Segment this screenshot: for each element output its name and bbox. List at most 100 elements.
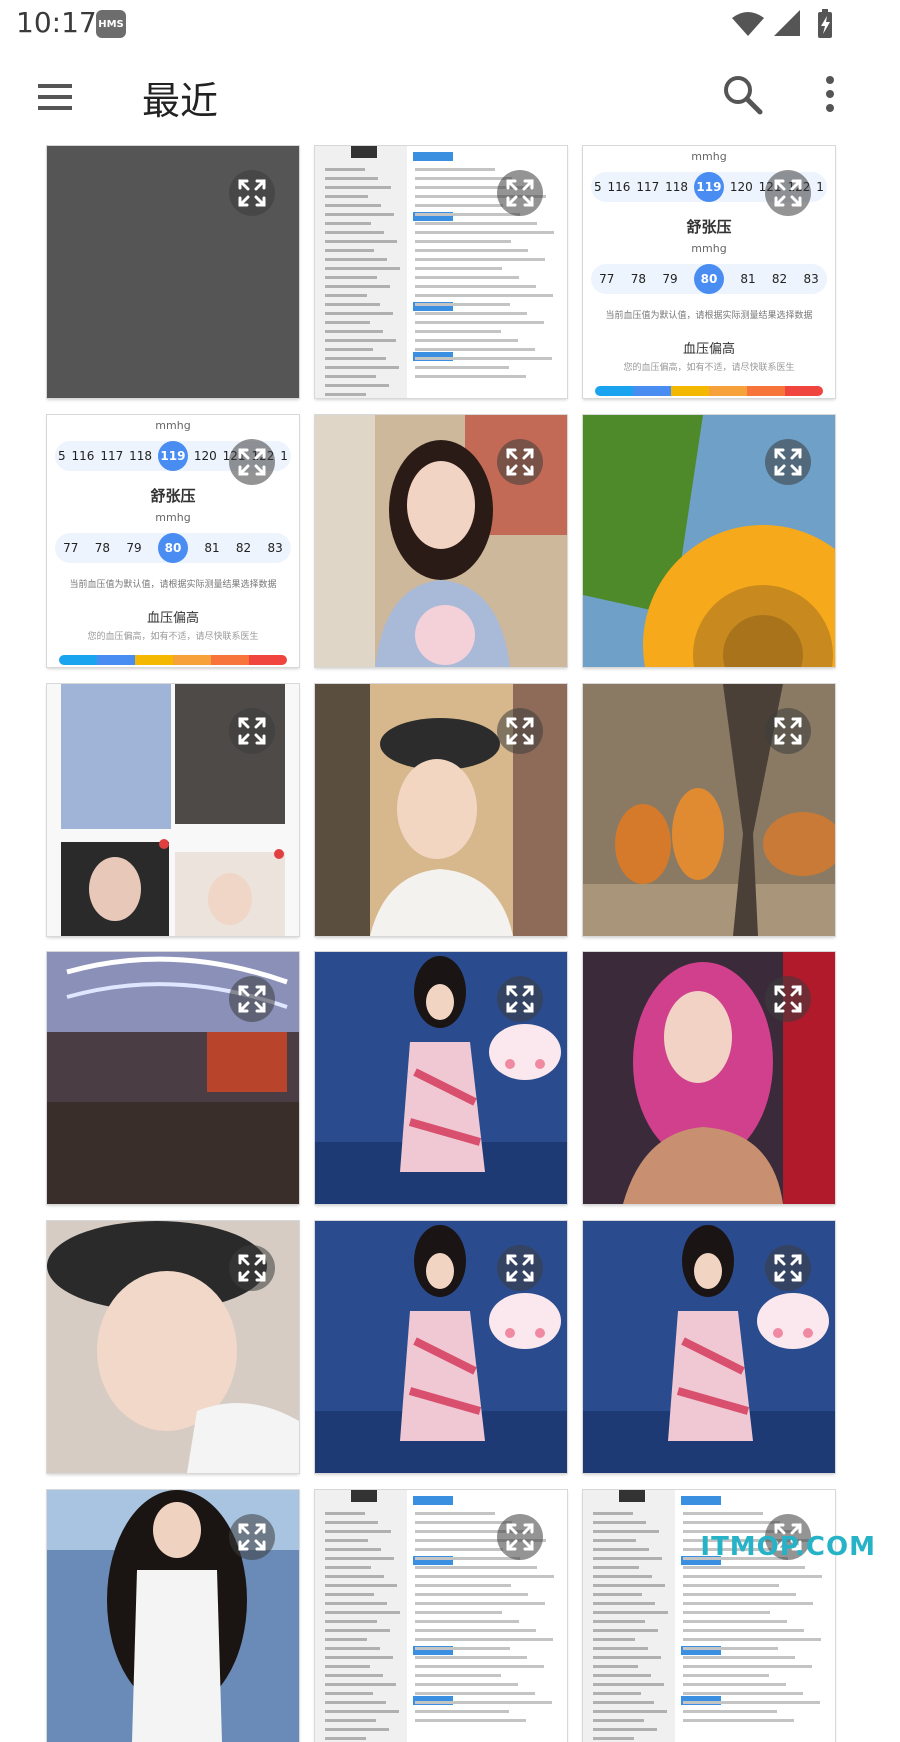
fullscreen-icon	[774, 179, 802, 207]
hms-badge-icon: HMS	[96, 10, 126, 38]
bp-result-desc: 您的血压偏高，如有不适，请尽快联系医生	[87, 632, 259, 642]
scale-segment	[785, 386, 823, 396]
systolic-selected: 119	[693, 172, 724, 202]
scale-segment	[97, 655, 135, 665]
scale-segment	[135, 655, 173, 665]
systolic-value: 1	[816, 180, 824, 194]
fullscreen-icon	[238, 717, 266, 745]
grid-tile[interactable]: mmhg51161171181191201211221舒张压mmhg777879…	[47, 415, 299, 667]
bp-hint: 当前血压值为默认值，请根据实际测量结果选择数据	[605, 311, 813, 321]
scale-segment	[595, 386, 633, 396]
expand-button[interactable]	[497, 170, 543, 216]
diastolic-selected: 80	[157, 533, 188, 563]
status-bar: 10:17 HMS	[0, 0, 900, 48]
grid-tile[interactable]	[47, 952, 299, 1204]
expand-button[interactable]	[229, 170, 275, 216]
systolic-value: 117	[636, 180, 660, 194]
expand-button[interactable]	[497, 439, 543, 485]
scale-segment	[747, 386, 785, 396]
fullscreen-icon	[506, 717, 534, 745]
expand-button[interactable]	[765, 170, 811, 216]
expand-button[interactable]	[497, 976, 543, 1022]
fullscreen-icon	[506, 985, 534, 1013]
watermark: ITMOP.COM	[700, 1532, 876, 1562]
systolic-value: 5	[593, 180, 602, 194]
bp-hint: 当前血压值为默认值，请根据实际测量结果选择数据	[69, 580, 277, 590]
diastolic-value: 82	[235, 541, 252, 555]
diastolic-row: 77 78 79 80 81 82 83	[591, 264, 827, 294]
expand-button[interactable]	[765, 708, 811, 754]
systolic-value: 118	[129, 449, 153, 463]
expand-button[interactable]	[765, 976, 811, 1022]
expand-button[interactable]	[229, 1514, 275, 1560]
bp-unit: mmhg	[155, 419, 191, 432]
grid-tile[interactable]	[47, 1490, 299, 1742]
systolic-value: 5	[57, 449, 66, 463]
grid-tile[interactable]	[315, 415, 567, 667]
diastolic-value: 78	[630, 272, 647, 286]
grid-tile[interactable]	[583, 415, 835, 667]
grid-tile[interactable]	[583, 1221, 835, 1473]
expand-button[interactable]	[497, 1514, 543, 1560]
bp-scale-bar	[59, 655, 287, 665]
diastolic-value: 79	[662, 272, 678, 286]
grid-tile[interactable]	[47, 1221, 299, 1473]
bp-result-title: 血压偏高	[682, 342, 735, 357]
diastolic-title: 舒张压	[150, 487, 196, 505]
expand-button[interactable]	[497, 1245, 543, 1291]
fullscreen-icon	[774, 1254, 802, 1282]
expand-button[interactable]	[765, 439, 811, 485]
search-icon[interactable]	[718, 70, 766, 118]
grid-tile[interactable]	[583, 684, 835, 936]
fullscreen-icon	[506, 1523, 534, 1551]
menu-icon[interactable]	[28, 72, 78, 120]
fullscreen-icon	[238, 1254, 266, 1282]
expand-button[interactable]	[229, 976, 275, 1022]
diastolic-value: 83	[267, 541, 283, 555]
fullscreen-icon	[238, 985, 266, 1013]
grid-tile[interactable]	[315, 146, 567, 398]
systolic-value: 116	[607, 180, 631, 194]
expand-button[interactable]	[765, 1245, 811, 1291]
systolic-value: 120	[193, 449, 217, 463]
fullscreen-icon	[774, 985, 802, 1013]
bp-unit: mmhg	[691, 150, 727, 163]
bp-unit: mmhg	[155, 511, 191, 524]
systolic-selected: 119	[157, 441, 188, 471]
diastolic-value: 81	[204, 541, 220, 555]
grid-tile[interactable]	[315, 1221, 567, 1473]
diastolic-value: 77	[599, 272, 615, 286]
diastolic-title: 舒张压	[686, 218, 732, 236]
fullscreen-icon	[774, 448, 802, 476]
status-time: 10:17	[16, 6, 97, 39]
expand-button[interactable]	[229, 439, 275, 485]
diastolic-value: 82	[771, 272, 788, 286]
grid-tile[interactable]	[583, 1490, 835, 1742]
grid-tile[interactable]: mmhg51161171181191201211221舒张压mmhg777879…	[583, 146, 835, 398]
expand-button[interactable]	[229, 708, 275, 754]
signal-wifi-battery-icons	[732, 9, 832, 38]
scale-segment	[633, 386, 671, 396]
expand-button[interactable]	[497, 708, 543, 754]
fullscreen-icon	[506, 179, 534, 207]
diastolic-value: 78	[94, 541, 111, 555]
fullscreen-icon	[774, 717, 802, 745]
fullscreen-icon	[238, 448, 266, 476]
scale-segment	[249, 655, 287, 665]
systolic-value: 116	[71, 449, 95, 463]
expand-button[interactable]	[229, 1245, 275, 1291]
more-options-icon[interactable]	[812, 70, 848, 118]
grid-tile[interactable]	[315, 1490, 567, 1742]
grid-tile[interactable]	[583, 952, 835, 1204]
grid-tile[interactable]	[315, 684, 567, 936]
diastolic-value: 79	[126, 541, 142, 555]
grid-tile[interactable]	[315, 952, 567, 1204]
grid-tile[interactable]	[47, 146, 299, 398]
app-bar: 最近	[0, 56, 900, 136]
diastolic-value: 77	[63, 541, 79, 555]
diastolic-value: 83	[803, 272, 819, 286]
systolic-value: 120	[729, 180, 753, 194]
scale-segment	[211, 655, 249, 665]
grid-tile[interactable]	[47, 684, 299, 936]
fullscreen-icon	[238, 179, 266, 207]
